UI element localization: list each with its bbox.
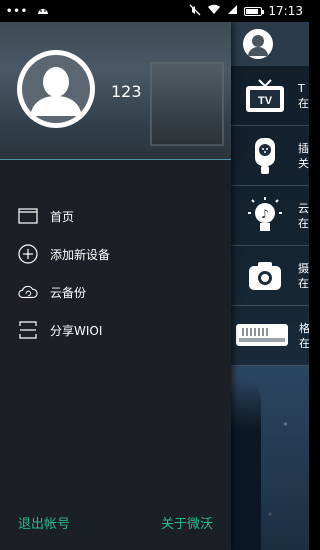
menu-item-label: 分享WIOI (50, 323, 103, 338)
device-status: 关 (298, 156, 309, 170)
menu-item-label: 云备份 (50, 285, 87, 300)
drawer-menu: 首页 添加新设备 云备份 分享WIOI (0, 197, 231, 349)
menu-item-cloud-backup[interactable]: 云备份 (0, 273, 231, 311)
battery-icon (244, 6, 265, 16)
main-content: TV T 在 插 关 ♪ 云 在 摄 在 格 在 (231, 22, 309, 550)
menu-item-home[interactable]: 首页 (0, 197, 231, 235)
drawer-footer: 退出帐号 关于微沃 (0, 513, 231, 532)
user-avatar[interactable] (17, 50, 95, 128)
air-conditioner-icon (235, 316, 289, 356)
wifi-icon (207, 4, 221, 18)
device-row[interactable]: 插 关 (231, 126, 309, 186)
main-header (231, 22, 309, 66)
device-row[interactable]: 格 在 (231, 306, 309, 366)
username: 123 (111, 82, 142, 101)
device-name: T (298, 81, 305, 95)
device-row[interactable]: TV T 在 (231, 66, 309, 126)
background-tree (231, 380, 261, 550)
profile-header: 123 (0, 22, 231, 160)
device-name: 云 (298, 201, 309, 215)
status-time: 17:13 (268, 4, 303, 18)
device-status: 在 (299, 336, 309, 350)
device-status: 在 (298, 96, 309, 110)
music-bulb-icon: ♪ (241, 196, 288, 236)
tv-icon: TV (241, 76, 288, 116)
add-circle-icon (18, 244, 38, 264)
home-window-icon (18, 206, 38, 226)
notification-dots: ••• (6, 5, 29, 17)
device-row[interactable]: ♪ 云 在 (231, 186, 309, 246)
logout-link[interactable]: 退出帐号 (18, 513, 70, 532)
device-row[interactable]: 摄 在 (231, 246, 309, 306)
menu-item-label: 首页 (50, 209, 75, 224)
device-status: 在 (298, 276, 309, 290)
device-status: 在 (298, 216, 309, 230)
cloud-sync-icon (18, 282, 38, 302)
device-name: 摄 (298, 261, 309, 275)
device-name: 格 (299, 321, 309, 335)
signal-icon (227, 4, 238, 18)
device-name: 插 (298, 141, 309, 155)
svg-text:TV: TV (257, 95, 272, 107)
menu-item-add-device[interactable]: 添加新设备 (0, 235, 231, 273)
svg-text:♪: ♪ (261, 207, 269, 221)
about-link[interactable]: 关于微沃 (161, 513, 213, 532)
navigation-drawer: 123 首页 添加新设备 云备份 分享WIOI 退出帐号 关于微沃 (0, 22, 231, 550)
camera-icon (241, 256, 288, 296)
menu-item-label: 添加新设备 (50, 247, 111, 262)
mute-icon (189, 4, 201, 19)
android-icon (36, 4, 50, 18)
status-bar: ••• 17:13 (0, 0, 309, 22)
main-avatar[interactable] (243, 29, 273, 59)
menu-item-share[interactable]: 分享WIOI (0, 311, 231, 349)
share-frame-icon (18, 320, 38, 340)
smart-plug-icon (241, 136, 288, 176)
